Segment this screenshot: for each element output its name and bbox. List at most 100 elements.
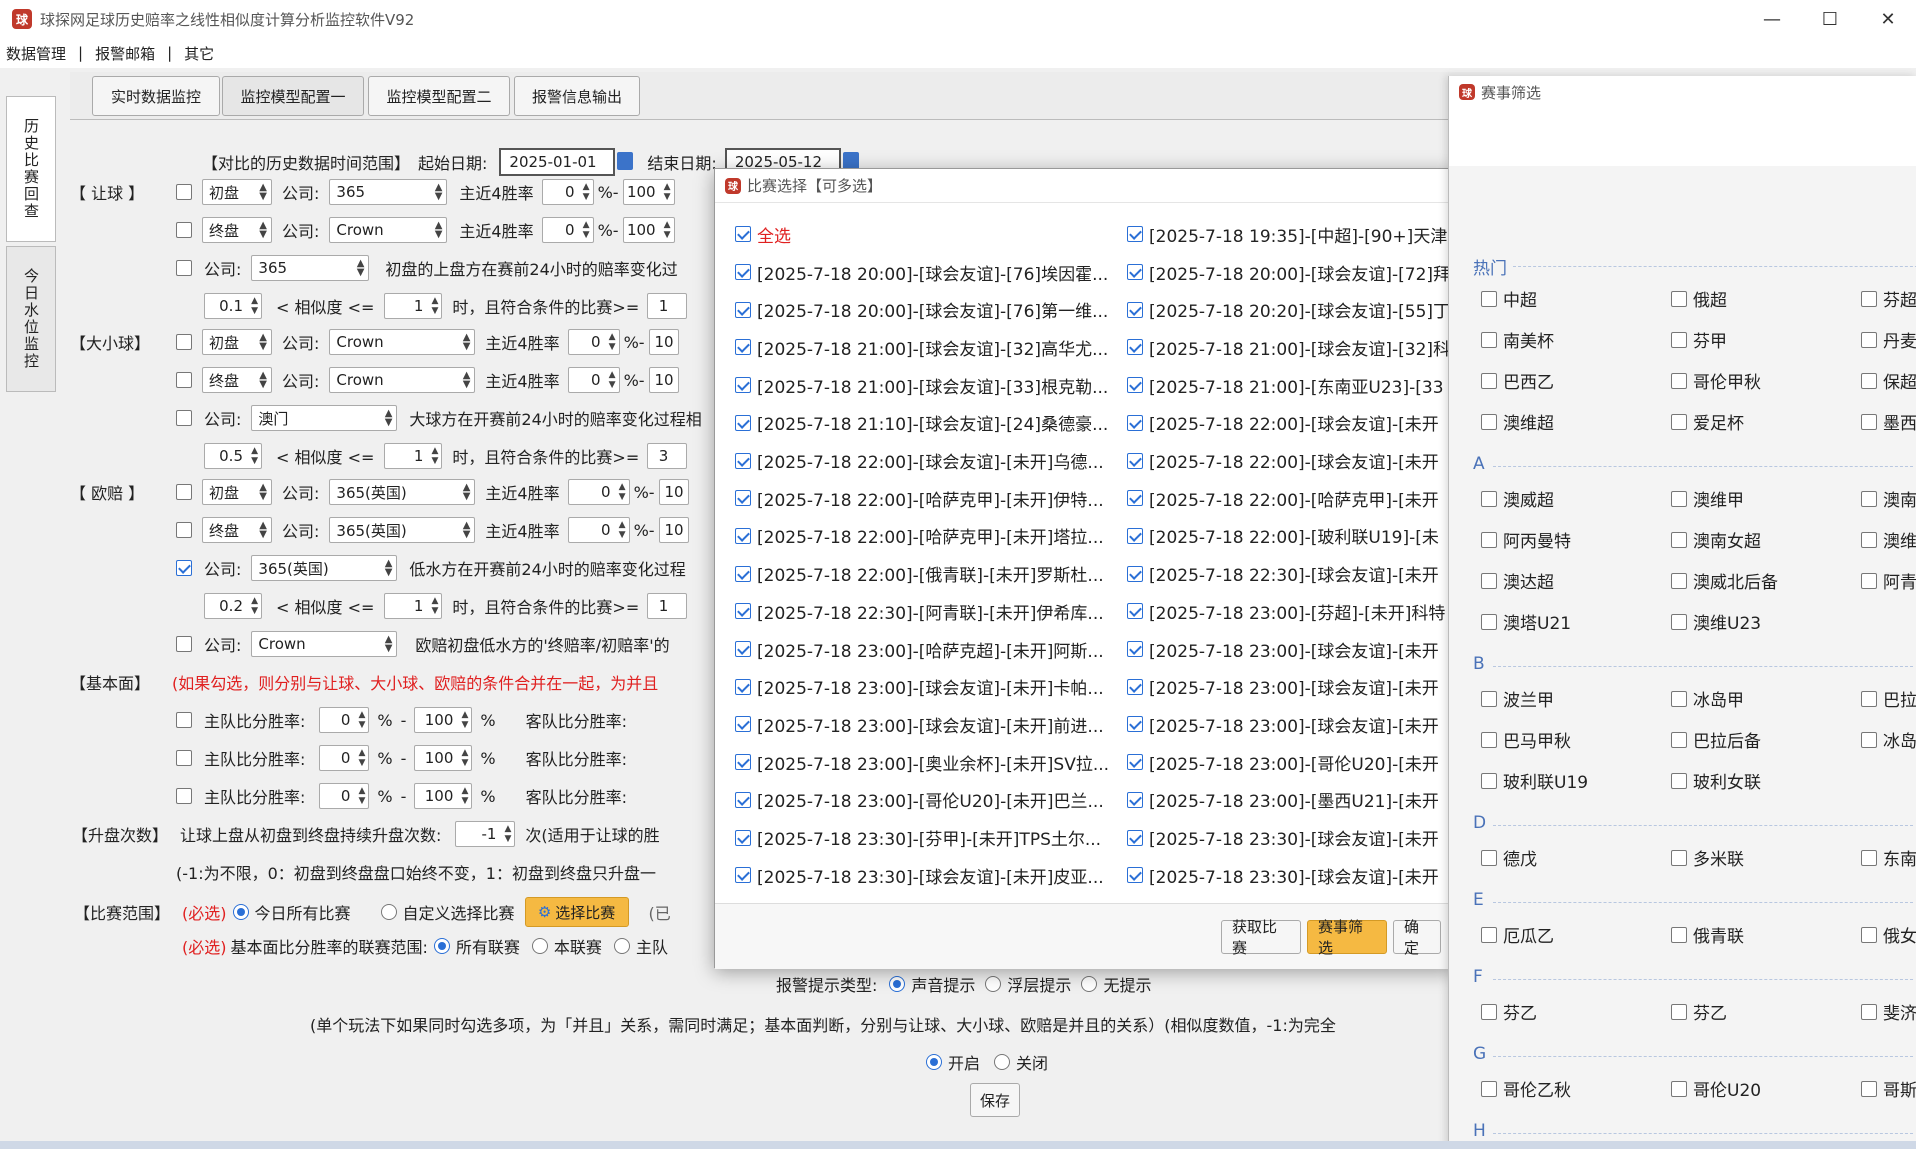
match-checkbox[interactable] (1127, 791, 1143, 808)
save-button[interactable]: 保存 (970, 1083, 1020, 1117)
euro-ratio-checkbox[interactable] (176, 636, 192, 652)
euro-count-spin[interactable]: 1 (647, 593, 688, 619)
close-button[interactable]: ✕ (1860, 0, 1916, 38)
league-checkbox[interactable] (1671, 613, 1687, 630)
league-checkbox[interactable] (1671, 1080, 1687, 1097)
euro-init-select[interactable]: 初盘 ▲ ▼ (202, 479, 272, 505)
match-item[interactable]: [2025-7-18 21:00]-[球会友谊]-[32]高华尤... (729, 332, 1109, 362)
match-item[interactable]: [2025-7-18 22:00]-[俄青联]-[未开]罗斯杜... (729, 559, 1109, 589)
match-item[interactable]: [2025-7-18 20:00]-[球会友谊]-[76]第一维... (729, 295, 1109, 325)
league-checkbox[interactable] (1481, 290, 1497, 307)
match-item[interactable]: [2025-7-18 21:10]-[球会友谊]-[24]桑德豪... (729, 408, 1109, 438)
handicap-count-spin[interactable]: 1 (647, 293, 688, 319)
fetch-matches-button[interactable]: 获取比赛 (1221, 918, 1301, 957)
league-item[interactable]: 哥斯 (1855, 1076, 1916, 1101)
euro-company-3-select[interactable]: 365(英国) ▲ ▼ (251, 555, 398, 581)
match-checkbox[interactable] (735, 641, 751, 657)
league-item[interactable]: 俄青联 (1665, 922, 1744, 947)
league-checkbox[interactable] (1861, 690, 1877, 707)
match-checkbox[interactable] (735, 791, 751, 808)
maximize-button[interactable]: ☐ (1802, 0, 1858, 38)
match-item[interactable]: [2025-7-18 22:00]-[球会友谊]-[未开]乌德... (729, 446, 1109, 476)
ou-count-spin[interactable]: 3 (647, 443, 688, 469)
match-checkbox[interactable] (735, 678, 751, 695)
league-item[interactable]: 芬甲 (1665, 327, 1727, 352)
match-checkbox[interactable] (1127, 264, 1143, 280)
match-checkbox[interactable] (735, 339, 751, 356)
league-checkbox[interactable] (1671, 531, 1687, 548)
match-item[interactable]: [2025-7-18 21:00]-[球会友谊]-[33]根克勒... (729, 370, 1109, 400)
match-item[interactable]: [2025-7-18 22:00]-[哈萨克甲]-[未开 (1121, 483, 1455, 513)
ou-final-rate-max-spin[interactable]: 10 (648, 367, 679, 393)
league-item[interactable]: 巴拉 (1855, 686, 1916, 711)
match-item[interactable]: [2025-7-18 22:00]-[球会友谊]-[未开 (1121, 408, 1455, 438)
ou-final-checkbox[interactable] (176, 372, 192, 388)
league-item[interactable]: 冰岛甲 (1665, 686, 1744, 711)
match-item[interactable]: [2025-7-18 23:00]-[球会友谊]-[未开 (1121, 709, 1455, 739)
league-item[interactable]: 巴马甲秋 (1475, 727, 1571, 752)
rise-count-spin[interactable]: -1 ▲ ▼ (455, 821, 516, 847)
match-checkbox[interactable] (735, 565, 751, 582)
match-item[interactable]: [2025-7-18 20:20]-[球会友谊]-[55]丁 (1121, 295, 1455, 325)
radio-custom-select[interactable] (380, 904, 397, 920)
euro-company-2-select[interactable]: 365(英国) ▲ ▼ (329, 517, 476, 543)
match-item[interactable]: [2025-7-18 22:00]-[哈萨克甲]-[未开]塔拉... (729, 521, 1109, 551)
match-item[interactable]: [2025-7-18 23:00]-[哈萨克超]-[未开]阿斯... (729, 634, 1109, 664)
match-item[interactable]: [2025-7-18 22:30]-[球会友谊]-[未开 (1121, 559, 1455, 589)
euro-rate-min-spin[interactable]: 0 ▲ ▼ (567, 479, 630, 505)
league-checkbox[interactable] (1671, 413, 1687, 430)
handicap-sim-max-spin[interactable]: 1 ▲ ▼ (384, 293, 443, 319)
league-item[interactable]: 澳维U23 (1665, 609, 1761, 634)
match-item[interactable]: [2025-7-18 23:00]-[墨西U21]-[未开 (1121, 785, 1455, 815)
euro-company-4-select[interactable]: Crown ▲ ▼ (251, 631, 398, 657)
league-checkbox[interactable] (1671, 572, 1687, 589)
league-checkbox[interactable] (1861, 331, 1877, 348)
radio-enable[interactable] (926, 1054, 942, 1070)
league-checkbox[interactable] (1481, 1080, 1497, 1097)
match-checkbox[interactable] (735, 490, 751, 507)
match-item[interactable]: [2025-7-18 23:30]-[球会友谊]-[未开]皮亚... (729, 860, 1109, 890)
menu-data-management[interactable]: 数据管理 (0, 43, 72, 64)
basic-3-max-spin[interactable]: 100 ▲ ▼ (414, 783, 473, 809)
match-item[interactable]: [2025-7-18 23:00]-[芬超]-[未开]科特 (1121, 596, 1455, 626)
handicap-trend-checkbox[interactable] (176, 260, 192, 276)
league-item[interactable]: 澳维甲 (1665, 486, 1744, 511)
basic-1-checkbox[interactable] (176, 712, 192, 728)
match-checkbox[interactable] (1127, 829, 1143, 846)
league-checkbox[interactable] (1861, 926, 1877, 943)
match-checkbox[interactable] (1127, 414, 1143, 431)
euro-final-rate-min-spin[interactable]: 0 ▲ ▼ (567, 517, 630, 543)
league-item[interactable]: 南美杯 (1475, 327, 1554, 352)
league-item[interactable]: 丹麦 (1855, 327, 1916, 352)
league-checkbox[interactable] (1671, 372, 1687, 389)
match-item[interactable]: [2025-7-18 19:35]-[中超]-[90+]天津 (1121, 219, 1455, 249)
league-item[interactable]: 澳达超 (1475, 568, 1554, 593)
match-checkbox[interactable] (1127, 565, 1143, 582)
league-checkbox[interactable] (1861, 290, 1877, 307)
league-item[interactable]: 爱足杯 (1665, 409, 1744, 434)
ou-rate-max-spin[interactable]: 10 (648, 329, 679, 355)
league-checkbox[interactable] (1671, 331, 1687, 348)
basic-3-min-spin[interactable]: 0 ▲ ▼ (319, 783, 370, 809)
match-item[interactable]: [2025-7-18 22:00]-[球会友谊]-[未开 (1121, 446, 1455, 476)
match-checkbox[interactable] (735, 829, 751, 846)
league-checkbox[interactable] (1481, 1003, 1497, 1020)
league-item[interactable]: 中超 (1475, 286, 1537, 311)
euro-final-checkbox[interactable] (176, 522, 192, 538)
match-item[interactable]: [2025-7-18 23:30]-[球会友谊]-[未开 (1121, 860, 1455, 890)
league-checkbox[interactable] (1671, 290, 1687, 307)
select-match-button[interactable]: ⚙ 选择比赛 (524, 897, 629, 927)
menu-other[interactable]: 其它 (178, 43, 220, 64)
ou-final-rate-min-spin[interactable]: 0 ▲ ▼ (567, 367, 620, 393)
league-checkbox[interactable] (1671, 1003, 1687, 1020)
match-item[interactable]: [2025-7-18 23:00]-[哥伦U20]-[未开]巴兰... (729, 785, 1109, 815)
match-item[interactable]: [2025-7-18 20:00]-[球会友谊]-[76]埃因霍... (729, 257, 1109, 287)
handicap-company-3-select[interactable]: 365 ▲ ▼ (251, 255, 370, 281)
tab-alarm-output[interactable]: 报警信息输出 (514, 76, 640, 116)
league-item[interactable]: 哥伦甲秋 (1665, 368, 1761, 393)
match-item[interactable]: [2025-7-18 23:00]-[球会友谊]-[未开 (1121, 634, 1455, 664)
league-item[interactable]: 芬乙 (1475, 999, 1537, 1024)
league-item[interactable]: 澳威北后备 (1665, 568, 1778, 593)
league-checkbox[interactable] (1671, 926, 1687, 943)
select-all-checkbox[interactable] (735, 226, 751, 242)
